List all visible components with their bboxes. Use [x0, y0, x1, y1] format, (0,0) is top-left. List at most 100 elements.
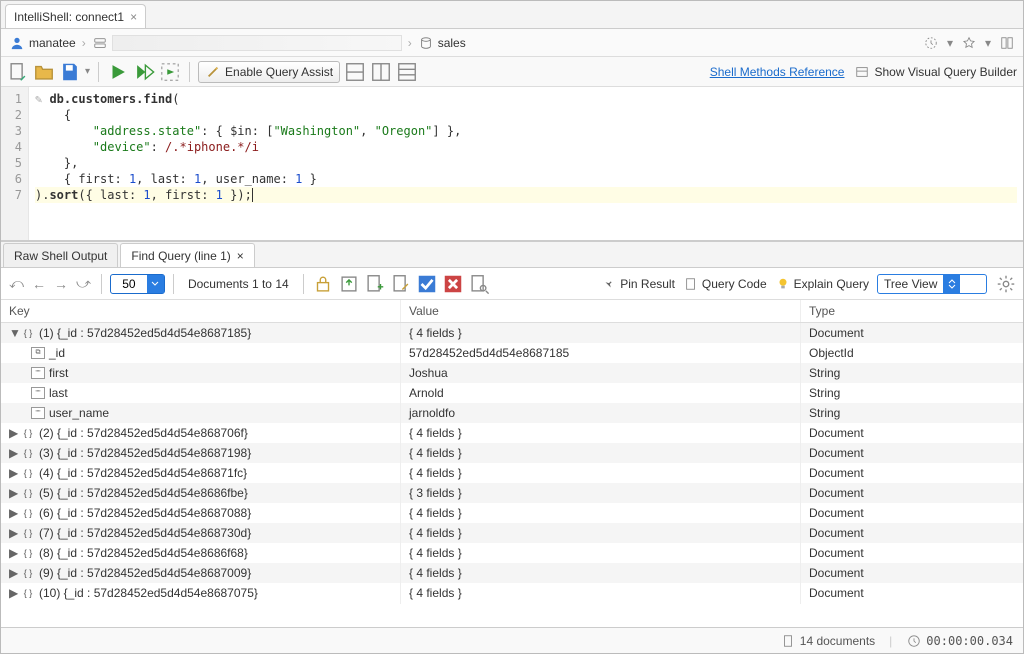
dropdown-icon[interactable]: ▾	[947, 36, 953, 50]
lock-icon[interactable]	[312, 273, 334, 295]
field-icon: ""	[31, 367, 45, 379]
breadcrumb-user[interactable]: manatee	[29, 36, 76, 50]
tree-doc-row[interactable]: ▶{ }(5) {_id : 57d28452ed5d4d54e8686fbe}…	[1, 483, 1023, 503]
add-doc-icon[interactable]	[364, 273, 386, 295]
server-icon	[92, 35, 108, 51]
edit-doc-icon[interactable]	[390, 273, 412, 295]
row-value: Arnold	[401, 382, 801, 404]
run-debug-icon[interactable]	[159, 61, 181, 83]
tree-doc-row[interactable]: ▶{ }(2) {_id : 57d28452ed5d4d54e868706f}…	[1, 423, 1023, 443]
layout-2-icon[interactable]	[370, 61, 392, 83]
col-header-key[interactable]: Key	[1, 300, 401, 322]
triangle-right-icon[interactable]: ▶	[9, 466, 19, 480]
triangle-right-icon[interactable]: ▶	[9, 586, 19, 600]
breadcrumb-db[interactable]: sales	[438, 36, 466, 50]
row-value: { 3 fields }	[401, 482, 801, 504]
row-value: { 4 fields }	[401, 582, 801, 604]
results-tree[interactable]: ▼ { } (1) {_id : 57d28452ed5d4d54e8687185}…	[1, 323, 1023, 627]
tab-find-query[interactable]: Find Query (line 1) ×	[120, 243, 254, 267]
triangle-right-icon[interactable]: ▶	[9, 506, 19, 520]
pin-icon	[601, 276, 617, 292]
code-editor[interactable]: 1 2 3 4 5 6 7 ✎ db.customers.find( { "ad…	[1, 87, 1023, 242]
tree-doc-row[interactable]: ▼{ }(1) {_id : 57d28452ed5d4d54e8687185}…	[1, 323, 1023, 343]
page-size-input[interactable]	[111, 277, 147, 291]
user-icon	[9, 35, 25, 51]
tree-doc-row[interactable]: ▶{ }(4) {_id : 57d28452ed5d4d54e86871fc}…	[1, 463, 1023, 483]
triangle-right-icon[interactable]: ▶	[9, 446, 19, 460]
tree-field-row[interactable]: ⧉ _id57d28452ed5d4d54e8687185ObjectId	[1, 343, 1023, 363]
divider	[98, 62, 99, 82]
triangle-right-icon[interactable]: ▶	[9, 426, 19, 440]
doc-count: 14 documents	[800, 634, 875, 648]
triangle-right-icon[interactable]: ▶	[9, 486, 19, 500]
row-type: Document	[801, 442, 1023, 464]
new-file-icon[interactable]	[7, 61, 29, 83]
delete-icon[interactable]	[442, 273, 464, 295]
tree-doc-row[interactable]: ▶{ }(10) {_id : 57d28452ed5d4d54e8687075…	[1, 583, 1023, 603]
line-gutter: 1 2 3 4 5 6 7	[1, 87, 29, 240]
page-size-select[interactable]	[110, 274, 165, 294]
last-page-icon[interactable]: ⤻	[74, 275, 93, 292]
editor-toolbar: ▾ Enable Query Assist Shell Methods Refe…	[1, 57, 1023, 87]
breadcrumb-connection[interactable]	[112, 35, 402, 51]
star-icon[interactable]	[961, 35, 977, 51]
gear-icon[interactable]	[995, 273, 1017, 295]
triangle-right-icon[interactable]: ▶	[9, 566, 19, 580]
tab-raw-output[interactable]: Raw Shell Output	[3, 243, 118, 267]
export-icon[interactable]	[338, 273, 360, 295]
close-icon[interactable]: ×	[237, 249, 244, 263]
open-folder-icon[interactable]	[33, 61, 55, 83]
object-icon: { }	[21, 527, 35, 539]
tree-doc-row[interactable]: ▶{ }(3) {_id : 57d28452ed5d4d54e8687198}…	[1, 443, 1023, 463]
chevron-updown-icon	[943, 275, 960, 293]
row-value: 57d28452ed5d4d54e8687185	[401, 342, 801, 364]
check-icon[interactable]	[416, 273, 438, 295]
explain-query-button[interactable]: Explain Query	[775, 276, 869, 292]
divider	[303, 274, 304, 294]
layout-1-icon[interactable]	[344, 61, 366, 83]
col-header-value[interactable]: Value	[401, 300, 801, 322]
triangle-down-icon[interactable]: ▼	[9, 326, 19, 340]
next-page-icon[interactable]: →	[52, 276, 70, 292]
shell-methods-reference-link[interactable]: Shell Methods Reference	[710, 65, 845, 79]
divider	[173, 274, 174, 294]
row-type: Document	[801, 482, 1023, 504]
divider	[101, 274, 102, 294]
col-header-type[interactable]: Type	[801, 300, 1023, 322]
save-icon[interactable]	[59, 61, 81, 83]
dropdown-icon[interactable]: ▾	[85, 66, 90, 77]
row-key: (4) {_id : 57d28452ed5d4d54e86871fc}	[39, 466, 247, 480]
enable-query-assist-button[interactable]: Enable Query Assist	[198, 61, 340, 83]
prev-page-icon[interactable]: ←	[30, 276, 48, 292]
tree-doc-row[interactable]: ▶{ }(6) {_id : 57d28452ed5d4d54e8687088}…	[1, 503, 1023, 523]
tree-field-row[interactable]: "" firstJoshuaString	[1, 363, 1023, 383]
split-icon[interactable]	[999, 35, 1015, 51]
first-page-icon[interactable]: ⤺	[7, 275, 26, 292]
triangle-right-icon[interactable]: ▶	[9, 546, 19, 560]
triangle-right-icon[interactable]: ▶	[9, 526, 19, 540]
tree-doc-row[interactable]: ▶{ }(8) {_id : 57d28452ed5d4d54e8686f68}…	[1, 543, 1023, 563]
chevron-down-icon[interactable]	[147, 275, 164, 293]
editor-tab[interactable]: IntelliShell: connect1 ×	[5, 4, 146, 28]
close-icon[interactable]: ×	[130, 10, 137, 24]
object-icon: { }	[21, 447, 35, 459]
tree-doc-row[interactable]: ▶{ }(9) {_id : 57d28452ed5d4d54e8687009}…	[1, 563, 1023, 583]
run-icon[interactable]	[107, 61, 129, 83]
tree-field-row[interactable]: "" lastArnoldString	[1, 383, 1023, 403]
tree-doc-row[interactable]: ▶{ }(7) {_id : 57d28452ed5d4d54e868730d}…	[1, 523, 1023, 543]
code-content[interactable]: ✎ db.customers.find( { "address.state": …	[29, 87, 1023, 240]
history-icon[interactable]	[923, 35, 939, 51]
object-icon: { }	[21, 427, 35, 439]
query-code-button[interactable]: Query Code	[683, 276, 767, 292]
search-doc-icon[interactable]	[468, 273, 490, 295]
row-key: (1) {_id : 57d28452ed5d4d54e8687185}	[39, 326, 251, 340]
run-selection-icon[interactable]	[133, 61, 155, 83]
row-value: { 4 fields }	[401, 522, 801, 544]
visual-query-builder-button[interactable]: Show Visual Query Builder	[854, 64, 1017, 80]
view-mode-select[interactable]: Tree View	[877, 274, 987, 294]
pin-result-button[interactable]: Pin Result	[601, 276, 675, 292]
enable-query-assist-label: Enable Query Assist	[225, 65, 333, 79]
tree-field-row[interactable]: "" user_namejarnoldfoString	[1, 403, 1023, 423]
layout-3-icon[interactable]	[396, 61, 418, 83]
dropdown-icon[interactable]: ▾	[985, 36, 991, 50]
